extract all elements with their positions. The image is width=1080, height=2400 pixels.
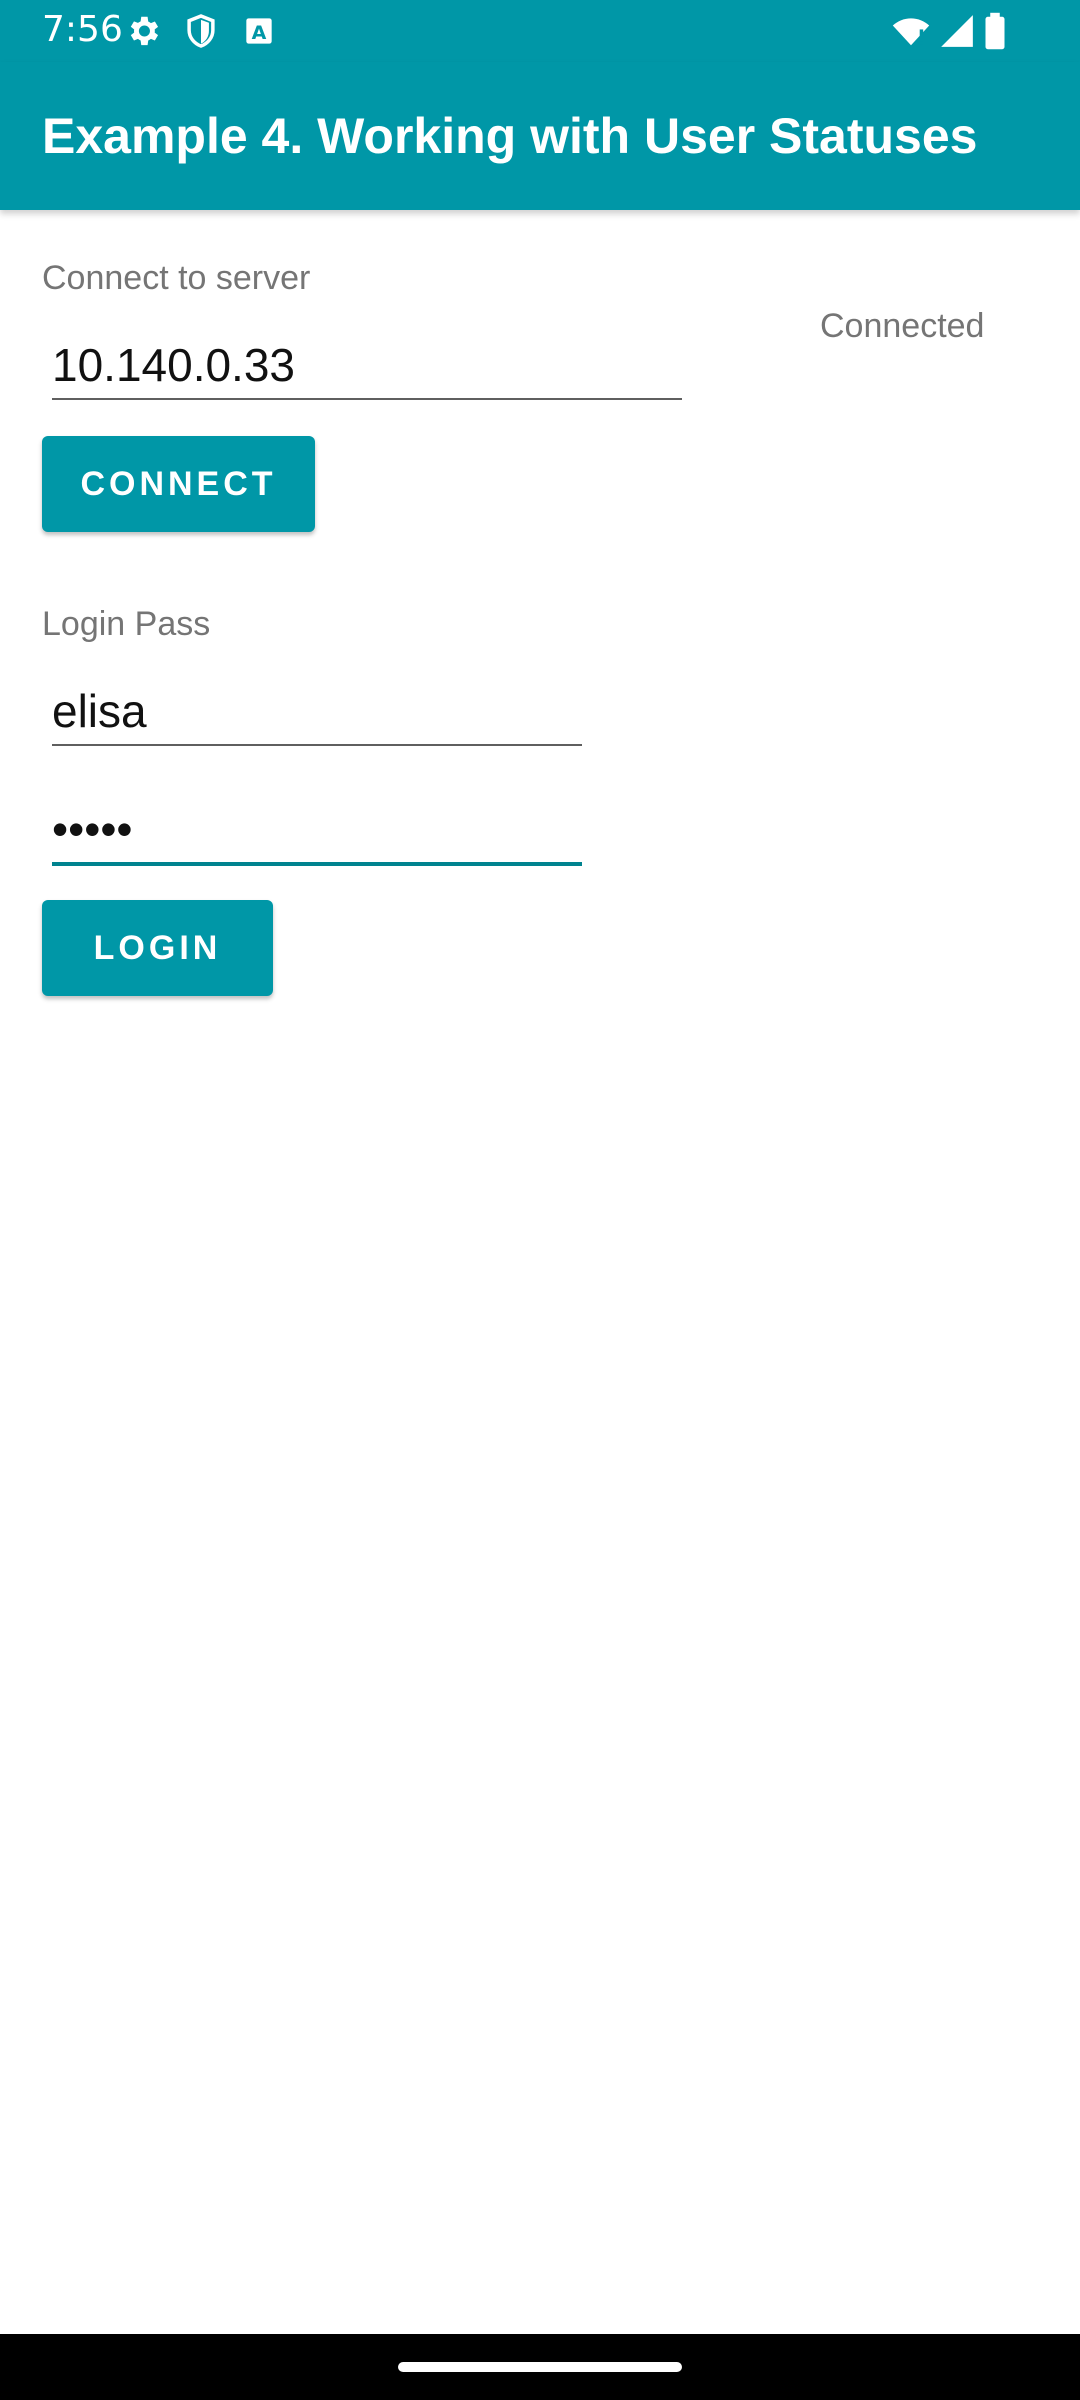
shield-icon [182,12,220,50]
battery-icon [982,12,1008,50]
password-input[interactable] [52,796,582,866]
status-bar: 7:56 A [0,0,1080,62]
status-time: 7:56 [42,9,123,50]
svg-text:A: A [252,22,267,44]
server-input[interactable] [52,332,682,400]
login-button[interactable]: LOGIN [42,900,273,996]
home-handle[interactable] [398,2362,682,2372]
a-icon: A [240,12,278,50]
app-title: Example 4. Working with User Statuses [42,108,978,164]
login-label: Login Pass [42,605,211,643]
signal-icon [938,12,976,50]
wifi-icon [890,12,932,50]
username-input[interactable] [52,678,582,746]
connection-status: Connected [820,307,985,345]
screen: 7:56 A Example 4. Working with User Stat… [0,0,1080,2400]
connect-label: Connect to server [42,259,311,297]
navigation-bar [0,2334,1080,2400]
gear-icon [124,12,162,50]
app-bar: Example 4. Working with User Statuses [0,62,1080,210]
connect-button[interactable]: CONNECT [42,436,315,532]
